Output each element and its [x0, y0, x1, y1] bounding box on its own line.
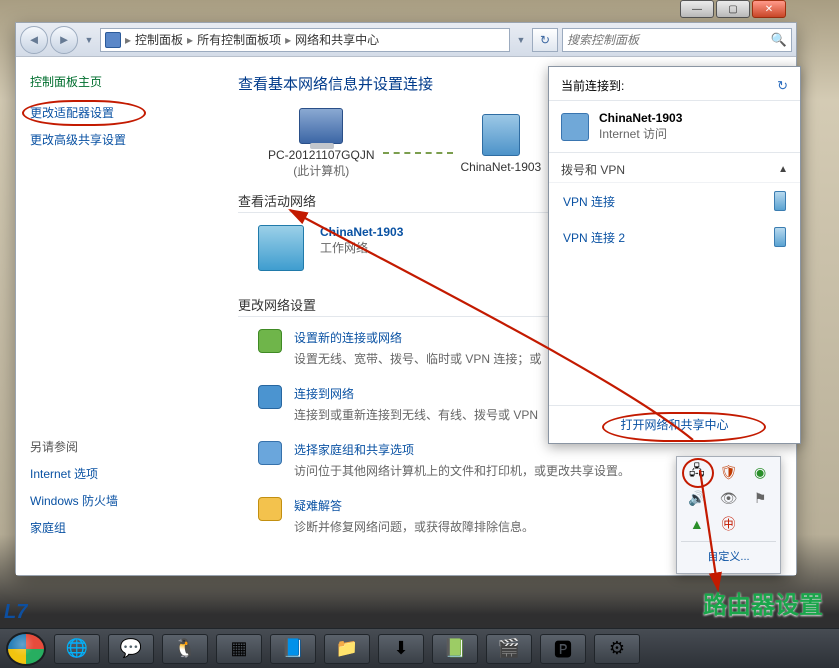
- taskbar-item-10[interactable]: 🅿: [540, 634, 586, 664]
- minimize-button[interactable]: —: [680, 0, 714, 18]
- taskbar-item-9[interactable]: 🎬: [486, 634, 532, 664]
- router-icon: [482, 114, 520, 156]
- maximize-button[interactable]: ▢: [716, 0, 750, 18]
- tray-customize-link[interactable]: 自定义...: [681, 541, 776, 564]
- node-gateway[interactable]: ChinaNet-1903: [461, 114, 542, 174]
- network-profile-icon: [258, 225, 304, 271]
- node-this-pc[interactable]: PC-20121107GQJN (此计算机): [268, 108, 375, 179]
- server-icon: [774, 191, 786, 211]
- close-button[interactable]: ✕: [752, 0, 786, 18]
- see-also-header: 另请参阅: [30, 438, 202, 455]
- homegroup-link[interactable]: 家庭组: [30, 519, 202, 536]
- pc-name: PC-20121107GQJN: [268, 148, 375, 162]
- taskbar-item-3[interactable]: 🐧: [162, 634, 208, 664]
- flyout-header-text: 当前连接到:: [561, 77, 624, 94]
- tray-eye-icon[interactable]: [719, 489, 737, 507]
- breadcrumb-dropdown[interactable]: ▼: [514, 29, 528, 51]
- pc-sub: (此计算机): [268, 162, 375, 179]
- taskbar-item-6[interactable]: 📁: [324, 634, 370, 664]
- back-button[interactable]: ◄: [20, 26, 48, 54]
- watermark-right: 路由器设置: [703, 585, 823, 620]
- taskbar-item-11[interactable]: ⚙: [594, 634, 640, 664]
- open-network-center-link[interactable]: 打开网络和共享中心: [549, 405, 800, 443]
- connection-name: ChinaNet-1903: [599, 111, 682, 125]
- new-connection-icon: [258, 329, 282, 353]
- homegroup-icon: [258, 441, 282, 465]
- sidebar: 控制面板主页 更改适配器设置 更改高级共享设置 另请参阅 Internet 选项…: [16, 57, 216, 575]
- change-adapter-settings-link[interactable]: 更改适配器设置: [30, 104, 202, 121]
- refresh-button[interactable]: ↻: [532, 28, 558, 52]
- connect-network-icon: [258, 385, 282, 409]
- tray-action-center-icon[interactable]: [751, 489, 769, 507]
- tray-ime-icon[interactable]: [719, 515, 737, 533]
- flyout-section-dialup-vpn[interactable]: 拨号和 VPN ▲: [549, 153, 800, 183]
- breadcrumb[interactable]: ▸ 控制面板 ▸ 所有控制面板项 ▸ 网络和共享中心: [100, 28, 510, 52]
- control-panel-icon: [105, 32, 121, 48]
- server-icon: [774, 227, 786, 247]
- search-box[interactable]: 🔍: [562, 28, 792, 52]
- active-network-type[interactable]: 工作网络: [320, 239, 403, 256]
- sidebar-see-also: 另请参阅 Internet 选项 Windows 防火墙 家庭组: [30, 438, 202, 536]
- taskbar-item-1[interactable]: 🌐: [54, 634, 100, 664]
- taskbar[interactable]: 🌐 💬 🐧 ▦ 📘 📁 ⬇ 📗 🎬 🅿 ⚙: [0, 628, 839, 668]
- internet-options-link[interactable]: Internet 选项: [30, 465, 202, 482]
- watermark-left: L7: [4, 601, 27, 624]
- taskbar-item-2[interactable]: 💬: [108, 634, 154, 664]
- vpn-connection-2[interactable]: VPN 连接 2: [549, 219, 800, 255]
- tray-green-icon[interactable]: [688, 515, 706, 533]
- breadcrumb-seg-1[interactable]: 控制面板: [135, 31, 183, 48]
- breadcrumb-seg-3[interactable]: 网络和共享中心: [295, 31, 379, 48]
- tray-volume-icon[interactable]: [688, 489, 706, 507]
- vpn-connection-1[interactable]: VPN 连接: [549, 183, 800, 219]
- tray-antivirus-icon[interactable]: [751, 463, 769, 481]
- gateway-name: ChinaNet-1903: [461, 160, 542, 174]
- tray-overflow-popup: 自定义...: [676, 456, 781, 574]
- search-input[interactable]: [567, 33, 767, 47]
- chevron-up-icon: ▲: [778, 164, 788, 175]
- taskbar-item-4[interactable]: ▦: [216, 634, 262, 664]
- connection-status: Internet 访问: [599, 125, 682, 142]
- tray-network-icon[interactable]: [688, 463, 706, 481]
- tray-update-icon[interactable]: [719, 463, 737, 481]
- change-advanced-sharing-link[interactable]: 更改高级共享设置: [30, 131, 202, 148]
- breadcrumb-sep: ▸: [125, 33, 131, 47]
- taskbar-item-5[interactable]: 📘: [270, 634, 316, 664]
- tray-empty-slot: [751, 515, 769, 533]
- connection-icon: [561, 113, 589, 141]
- flyout-refresh-icon[interactable]: ↻: [777, 78, 788, 94]
- nav-history-dropdown[interactable]: ▼: [82, 29, 96, 51]
- breadcrumb-seg-2[interactable]: 所有控制面板项: [197, 31, 281, 48]
- link-line-1: [383, 152, 453, 154]
- address-bar: ◄ ► ▼ ▸ 控制面板 ▸ 所有控制面板项 ▸ 网络和共享中心 ▼ ↻ 🔍: [16, 23, 796, 57]
- nav-buttons: ◄ ►: [20, 26, 78, 54]
- taskbar-item-8[interactable]: 📗: [432, 634, 478, 664]
- network-flyout: 当前连接到: ↻ ChinaNet-1903 Internet 访问 拨号和 V…: [548, 66, 801, 444]
- active-network-name: ChinaNet-1903: [320, 225, 403, 239]
- computer-icon: [299, 108, 343, 144]
- window-caption-buttons: — ▢ ✕: [680, 0, 795, 20]
- taskbar-item-7[interactable]: ⬇: [378, 634, 424, 664]
- windows-firewall-link[interactable]: Windows 防火墙: [30, 492, 202, 509]
- flyout-current-connection[interactable]: ChinaNet-1903 Internet 访问: [549, 101, 800, 153]
- troubleshoot-icon: [258, 497, 282, 521]
- search-icon[interactable]: 🔍: [771, 32, 787, 48]
- control-panel-home-link[interactable]: 控制面板主页: [30, 73, 202, 90]
- start-button[interactable]: [6, 632, 46, 666]
- forward-button[interactable]: ►: [50, 26, 78, 54]
- flyout-header: 当前连接到: ↻: [549, 67, 800, 101]
